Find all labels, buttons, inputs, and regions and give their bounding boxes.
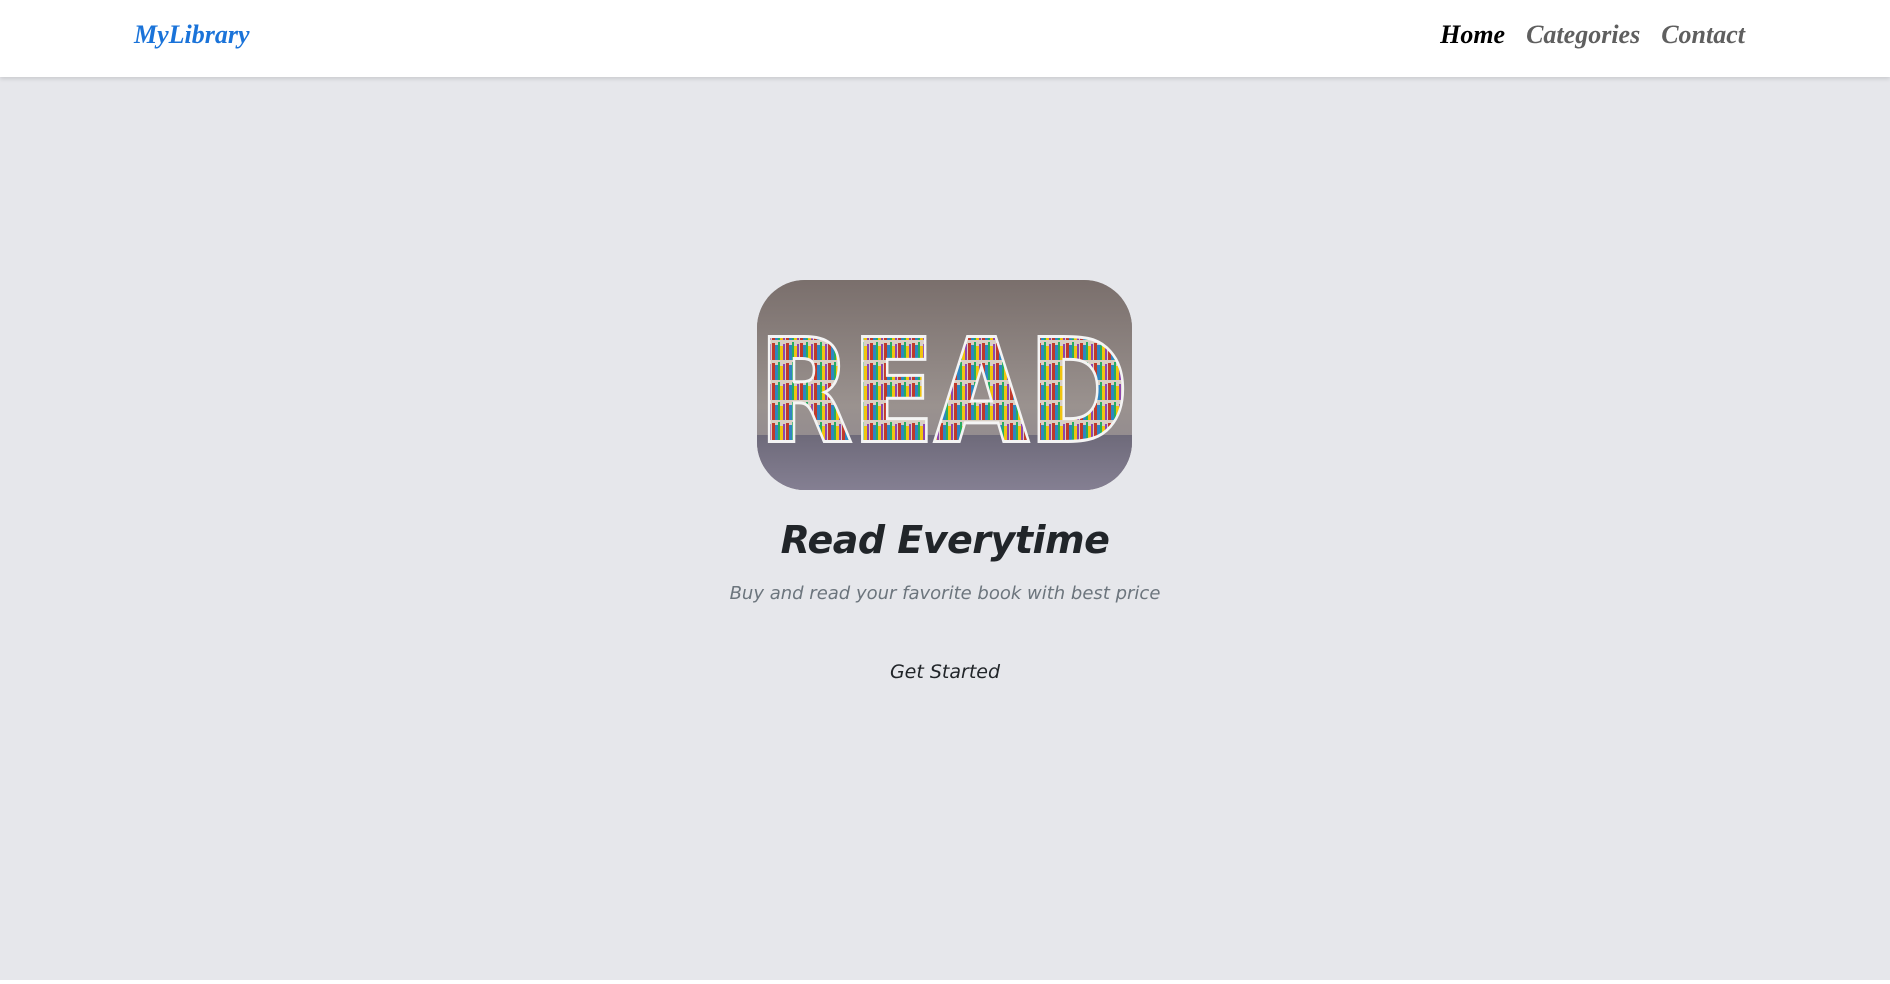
get-started-button[interactable]: Get Started bbox=[845, 651, 1045, 691]
hero-section: READ Read Everytime Buy and read your fa… bbox=[0, 77, 1890, 980]
navbar: MyLibrary Home Categories Contact bbox=[0, 0, 1890, 77]
hero-image-read-bookshelf: READ bbox=[757, 280, 1132, 490]
nav-link-home[interactable]: Home bbox=[1440, 20, 1505, 50]
nav-links: Home Categories Contact bbox=[1440, 20, 1745, 50]
hero-title: Read Everytime bbox=[780, 518, 1110, 562]
read-bookshelf-illustration: READ bbox=[757, 280, 1132, 490]
brand-logo-link[interactable]: MyLibrary bbox=[134, 20, 250, 50]
read-letters: READ bbox=[760, 311, 1130, 474]
page: MyLibrary Home Categories Contact READ R… bbox=[0, 0, 1890, 984]
nav-link-contact[interactable]: Contact bbox=[1661, 20, 1745, 50]
hero-subtitle: Buy and read your favorite book with bes… bbox=[729, 583, 1161, 604]
nav-link-categories[interactable]: Categories bbox=[1526, 20, 1640, 50]
